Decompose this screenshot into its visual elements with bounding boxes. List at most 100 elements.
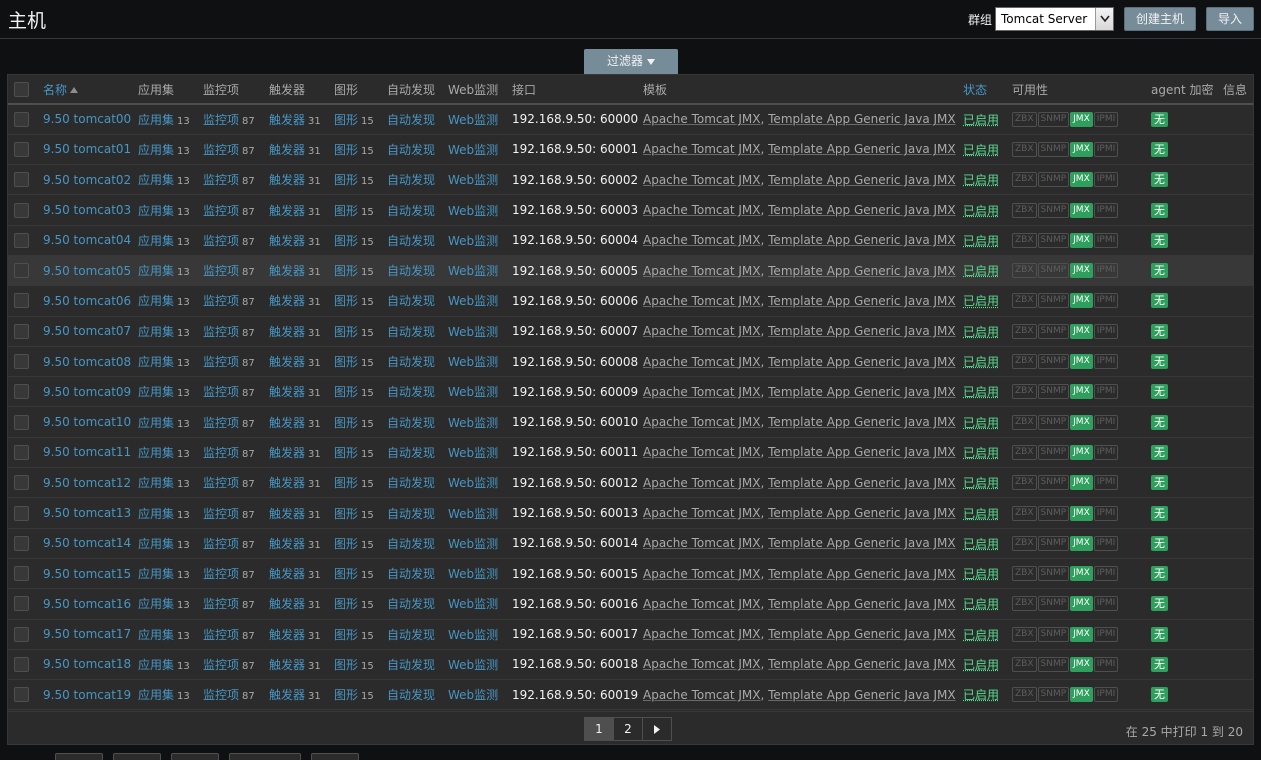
template-link[interactable]: Apache Tomcat JMX <box>643 506 761 520</box>
triggers-link[interactable]: 触发器 <box>269 658 305 672</box>
triggers-link[interactable]: 触发器 <box>269 597 305 611</box>
items-link[interactable]: 监控项 <box>203 567 239 581</box>
row-checkbox[interactable] <box>14 535 29 551</box>
host-name-link[interactable]: 9.50 tomcat13 <box>43 506 131 520</box>
graphs-link[interactable]: 图形 <box>334 507 358 521</box>
row-checkbox[interactable] <box>14 111 29 127</box>
select-all-checkbox[interactable] <box>14 81 29 97</box>
triggers-link[interactable]: 触发器 <box>269 325 305 339</box>
discovery-link[interactable]: 自动发现 <box>387 234 435 248</box>
status-toggle[interactable]: 已启用 <box>963 567 999 581</box>
template-link[interactable]: Apache Tomcat JMX <box>643 355 761 369</box>
applications-link[interactable]: 应用集 <box>138 658 174 672</box>
graphs-link[interactable]: 图形 <box>334 597 358 611</box>
status-toggle[interactable]: 已启用 <box>963 325 999 339</box>
web-monitoring-link[interactable]: Web监测 <box>448 204 498 218</box>
graphs-link[interactable]: 图形 <box>334 355 358 369</box>
items-link[interactable]: 监控项 <box>203 446 239 460</box>
host-name-link[interactable]: 9.50 tomcat04 <box>43 233 131 247</box>
row-checkbox[interactable] <box>14 172 29 188</box>
applications-link[interactable]: 应用集 <box>138 476 174 490</box>
graphs-link[interactable]: 图形 <box>334 416 358 430</box>
template-link[interactable]: Template App Generic Java JMX <box>768 142 955 156</box>
triggers-link[interactable]: 触发器 <box>269 173 305 187</box>
graphs-link[interactable]: 图形 <box>334 143 358 157</box>
template-link[interactable]: Apache Tomcat JMX <box>643 627 761 641</box>
template-link[interactable]: Apache Tomcat JMX <box>643 567 761 581</box>
status-toggle[interactable]: 已启用 <box>963 355 999 369</box>
status-toggle[interactable]: 已启用 <box>963 476 999 490</box>
applications-link[interactable]: 应用集 <box>138 537 174 551</box>
status-toggle[interactable]: 已启用 <box>963 628 999 642</box>
import-button[interactable]: 导入 <box>1206 7 1254 31</box>
row-checkbox[interactable] <box>14 626 29 642</box>
items-link[interactable]: 监控项 <box>203 416 239 430</box>
items-link[interactable]: 监控项 <box>203 355 239 369</box>
template-link[interactable]: Template App Generic Java JMX <box>768 476 955 490</box>
graphs-link[interactable]: 图形 <box>334 234 358 248</box>
web-monitoring-link[interactable]: Web监测 <box>448 264 498 278</box>
items-link[interactable]: 监控项 <box>203 264 239 278</box>
items-link[interactable]: 监控项 <box>203 688 239 702</box>
triggers-link[interactable]: 触发器 <box>269 446 305 460</box>
discovery-link[interactable]: 自动发现 <box>387 173 435 187</box>
chevron-down-icon[interactable] <box>1095 8 1113 30</box>
web-monitoring-link[interactable]: Web监测 <box>448 567 498 581</box>
triggers-link[interactable]: 触发器 <box>269 204 305 218</box>
web-monitoring-link[interactable]: Web监测 <box>448 597 498 611</box>
status-toggle[interactable]: 已启用 <box>963 446 999 460</box>
triggers-link[interactable]: 触发器 <box>269 264 305 278</box>
row-checkbox[interactable] <box>14 656 29 672</box>
row-checkbox[interactable] <box>14 354 29 370</box>
template-link[interactable]: Apache Tomcat JMX <box>643 112 761 126</box>
discovery-link[interactable]: 自动发现 <box>387 567 435 581</box>
discovery-link[interactable]: 自动发现 <box>387 507 435 521</box>
status-toggle[interactable]: 已启用 <box>963 537 999 551</box>
template-link[interactable]: Template App Generic Java JMX <box>768 112 955 126</box>
status-toggle[interactable]: 已启用 <box>963 143 999 157</box>
graphs-link[interactable]: 图形 <box>334 628 358 642</box>
host-name-link[interactable]: 9.50 tomcat09 <box>43 385 131 399</box>
filter-toggle-tab[interactable]: 过滤器 <box>584 49 678 74</box>
items-link[interactable]: 监控项 <box>203 597 239 611</box>
status-toggle[interactable]: 已启用 <box>963 688 999 702</box>
applications-link[interactable]: 应用集 <box>138 204 174 218</box>
graphs-link[interactable]: 图形 <box>334 264 358 278</box>
web-monitoring-link[interactable]: Web监测 <box>448 507 498 521</box>
discovery-link[interactable]: 自动发现 <box>387 294 435 308</box>
graphs-link[interactable]: 图形 <box>334 658 358 672</box>
template-link[interactable]: Template App Generic Java JMX <box>768 385 955 399</box>
discovery-link[interactable]: 自动发现 <box>387 143 435 157</box>
template-link[interactable]: Apache Tomcat JMX <box>643 324 761 338</box>
row-checkbox[interactable] <box>14 414 29 430</box>
status-toggle[interactable]: 已启用 <box>963 416 999 430</box>
items-link[interactable]: 监控项 <box>203 658 239 672</box>
status-toggle[interactable]: 已启用 <box>963 294 999 308</box>
status-toggle[interactable]: 已启用 <box>963 507 999 521</box>
row-checkbox[interactable] <box>14 596 29 612</box>
web-monitoring-link[interactable]: Web监测 <box>448 355 498 369</box>
template-link[interactable]: Template App Generic Java JMX <box>768 536 955 550</box>
template-link[interactable]: Template App Generic Java JMX <box>768 506 955 520</box>
applications-link[interactable]: 应用集 <box>138 113 174 127</box>
host-name-link[interactable]: 9.50 tomcat12 <box>43 476 131 490</box>
template-link[interactable]: Template App Generic Java JMX <box>768 415 955 429</box>
mass-action-button[interactable] <box>311 753 359 760</box>
triggers-link[interactable]: 触发器 <box>269 476 305 490</box>
host-name-link[interactable]: 9.50 tomcat06 <box>43 294 131 308</box>
applications-link[interactable]: 应用集 <box>138 234 174 248</box>
discovery-link[interactable]: 自动发现 <box>387 113 435 127</box>
host-name-link[interactable]: 9.50 tomcat19 <box>43 688 131 702</box>
template-link[interactable]: Template App Generic Java JMX <box>768 173 955 187</box>
host-name-link[interactable]: 9.50 tomcat11 <box>43 445 131 459</box>
page-1-button[interactable]: 1 <box>584 717 614 741</box>
triggers-link[interactable]: 触发器 <box>269 507 305 521</box>
host-name-link[interactable]: 9.50 tomcat18 <box>43 657 131 671</box>
triggers-link[interactable]: 触发器 <box>269 416 305 430</box>
template-link[interactable]: Template App Generic Java JMX <box>768 233 955 247</box>
template-link[interactable]: Apache Tomcat JMX <box>643 597 761 611</box>
items-link[interactable]: 监控项 <box>203 325 239 339</box>
applications-link[interactable]: 应用集 <box>138 294 174 308</box>
items-link[interactable]: 监控项 <box>203 507 239 521</box>
host-name-link[interactable]: 9.50 tomcat17 <box>43 627 131 641</box>
